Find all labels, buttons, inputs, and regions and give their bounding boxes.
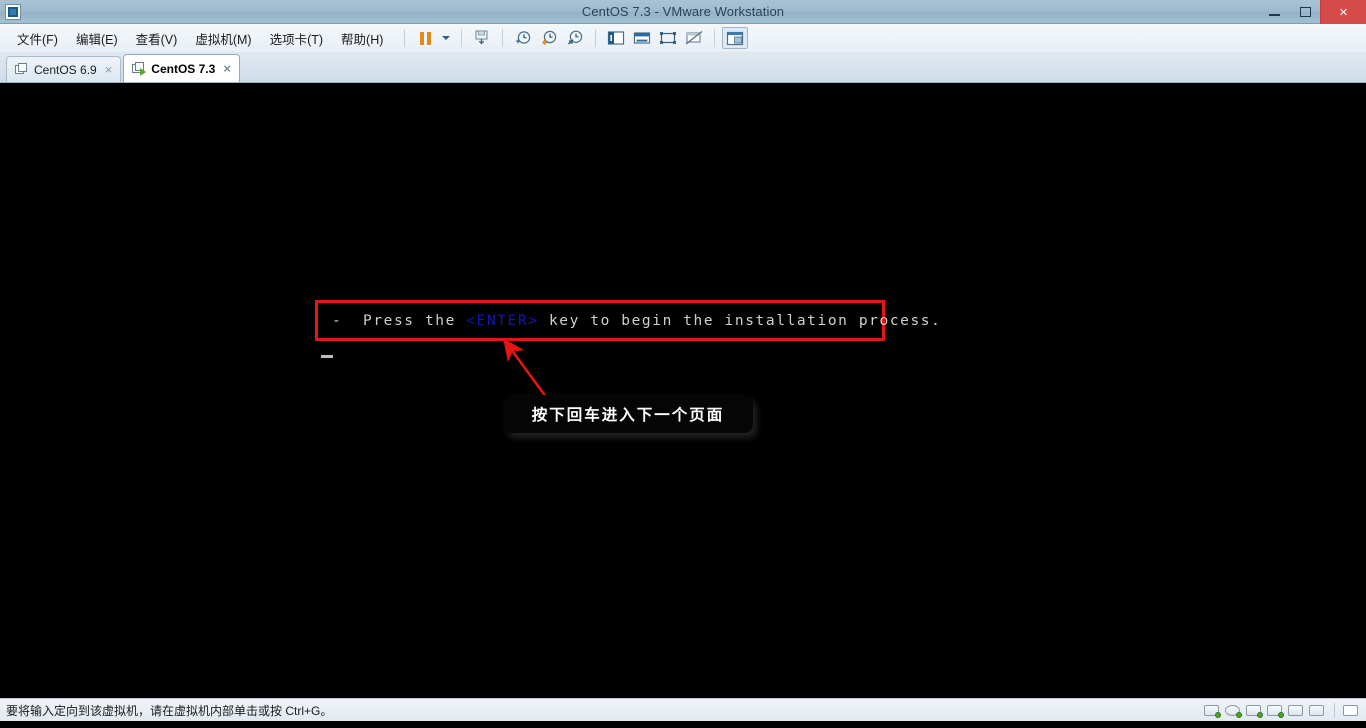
revert-snapshot-button[interactable] [536, 27, 562, 49]
menu-file[interactable]: 文件(F) [8, 25, 67, 52]
enter-fullscreen-button[interactable] [655, 27, 681, 49]
toolbar-separator [714, 29, 716, 47]
console-view-icon [634, 32, 651, 44]
annotation-arrow-layer [503, 338, 551, 402]
vmware-app-icon [5, 3, 21, 20]
console-enter-key: <ENTER> [466, 312, 539, 329]
show-library-button[interactable] [603, 27, 629, 49]
statusbar-separator [1334, 703, 1335, 718]
take-snapshot-button[interactable] [469, 27, 495, 49]
menubar: 文件(F) 编辑(E) 查看(V) 虚拟机(M) 选项卡(T) 帮助(H) [0, 24, 1366, 53]
menu-vm[interactable]: 虚拟机(M) [186, 25, 260, 52]
clock-plus-icon [516, 31, 531, 44]
status-message-log-icon[interactable] [1343, 704, 1360, 718]
annotation-tooltip-text: 按下回车进入下一个页面 [531, 406, 725, 424]
window-titlebar: CentOS 7.3 - VMware Workstation × [0, 0, 1366, 24]
snapshot-add-button[interactable] [510, 27, 536, 49]
window-controls: × [1258, 0, 1366, 24]
tab-centos-6-9[interactable]: CentOS 6.9 × [6, 56, 122, 82]
console-prompt-prefix: - Press the [332, 312, 467, 329]
statusbar-message: 要将输入定向到该虚拟机，请在虚拟机内部单击或按 Ctrl+G。 [6, 703, 333, 718]
snapshot-manager-button[interactable] [562, 27, 588, 49]
status-printer-icon[interactable] [1288, 704, 1305, 718]
unity-mode-button[interactable] [681, 27, 707, 49]
annotation-tooltip: 按下回车进入下一个页面 [503, 395, 753, 433]
toolbar-separator [461, 29, 463, 47]
sidebar-icon [608, 31, 625, 45]
tab-label: CentOS 6.9 [34, 62, 97, 77]
fullscreen-icon [660, 32, 677, 44]
status-hard-disk-icon[interactable] [1204, 704, 1221, 718]
toolbar-separator [595, 29, 597, 47]
vm-tab-icon [15, 63, 28, 76]
close-button[interactable]: × [1320, 0, 1366, 24]
tab-close-icon[interactable]: × [223, 61, 231, 76]
minimize-button[interactable] [1258, 0, 1290, 24]
status-network-adapter-1-icon[interactable] [1246, 704, 1263, 718]
power-dropdown-button[interactable] [438, 27, 454, 49]
chevron-down-icon [442, 36, 451, 40]
thumbnail-bar-icon [727, 31, 744, 45]
toolbar-separator [404, 29, 406, 47]
statusbar: 要将输入定向到该虚拟机，请在虚拟机内部单击或按 Ctrl+G。 [0, 698, 1366, 721]
suspend-button[interactable] [412, 27, 438, 49]
menu-tabs[interactable]: 选项卡(T) [261, 25, 332, 52]
show-console-view-button[interactable] [629, 27, 655, 49]
status-cd-dvd-icon[interactable] [1225, 704, 1242, 718]
console-cursor [321, 355, 333, 358]
highlight-box: - Press the <ENTER> key to begin the ins… [315, 300, 940, 341]
clock-revert-icon [542, 30, 557, 46]
tab-label: CentOS 7.3 [151, 61, 216, 76]
status-display-icon[interactable] [1309, 704, 1326, 718]
tab-centos-7-3[interactable]: CentOS 7.3 × [123, 54, 240, 82]
status-network-adapter-2-icon[interactable] [1267, 704, 1284, 718]
red-arrow [503, 338, 551, 402]
restore-button[interactable] [1290, 0, 1320, 24]
console-prompt-line: - Press the <ENTER> key to begin the ins… [332, 313, 941, 329]
menu-help[interactable]: 帮助(H) [332, 25, 392, 52]
statusbar-device-icons [1204, 699, 1360, 722]
pause-icon [419, 31, 431, 45]
menu-edit[interactable]: 编辑(E) [67, 25, 127, 52]
vm-tabbar: CentOS 6.9 × CentOS 7.3 × [0, 53, 1366, 83]
vm-tab-running-icon [132, 62, 147, 76]
console-prompt-suffix: key to begin the installation process. [538, 312, 942, 329]
toolbar-separator [502, 29, 504, 47]
window-title: CentOS 7.3 - VMware Workstation [581, 4, 785, 19]
show-thumbnails-button[interactable] [722, 27, 749, 49]
unity-disabled-icon [685, 30, 703, 45]
snapshot-icon [475, 30, 488, 45]
tab-close-icon[interactable]: × [105, 62, 113, 77]
menu-view[interactable]: 查看(V) [127, 25, 187, 52]
vm-console-screen[interactable]: - Press the <ENTER> key to begin the ins… [0, 83, 1366, 698]
clock-wrench-icon [568, 30, 583, 45]
